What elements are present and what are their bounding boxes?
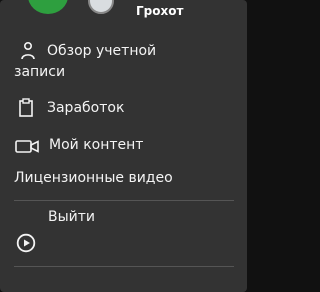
menu-divider xyxy=(14,266,234,267)
menu-item-label: Мой контент xyxy=(49,137,144,153)
menu-divider xyxy=(14,200,234,201)
logout-label[interactable]: Выйти xyxy=(48,208,95,226)
video-camera-icon xyxy=(15,140,39,153)
menu-item-label-continued: записи xyxy=(14,64,66,80)
menu-item-label: Обзор учетной xyxy=(47,43,157,59)
menu-header: + Грохот xyxy=(0,0,247,30)
clipboard-icon xyxy=(19,98,33,117)
plus-icon: + xyxy=(43,0,54,3)
menu-item-label: Заработок xyxy=(47,100,125,116)
avatar[interactable] xyxy=(88,0,114,14)
menu-item-account-overview[interactable]: Обзор учетной записи xyxy=(14,38,234,80)
menu-item-licensed-videos[interactable]: Лицензионные видео xyxy=(14,168,234,188)
account-menu: + Грохот Обзор учетной записи Заработок … xyxy=(0,0,247,292)
menu-item-label: Лицензионные видео xyxy=(14,170,173,186)
play-circle-icon[interactable] xyxy=(16,233,36,253)
menu-item-earnings[interactable]: Заработок xyxy=(14,97,234,121)
user-icon xyxy=(21,41,35,60)
username: Грохот xyxy=(136,4,184,18)
menu-item-my-content[interactable]: Мой контент xyxy=(14,135,234,157)
